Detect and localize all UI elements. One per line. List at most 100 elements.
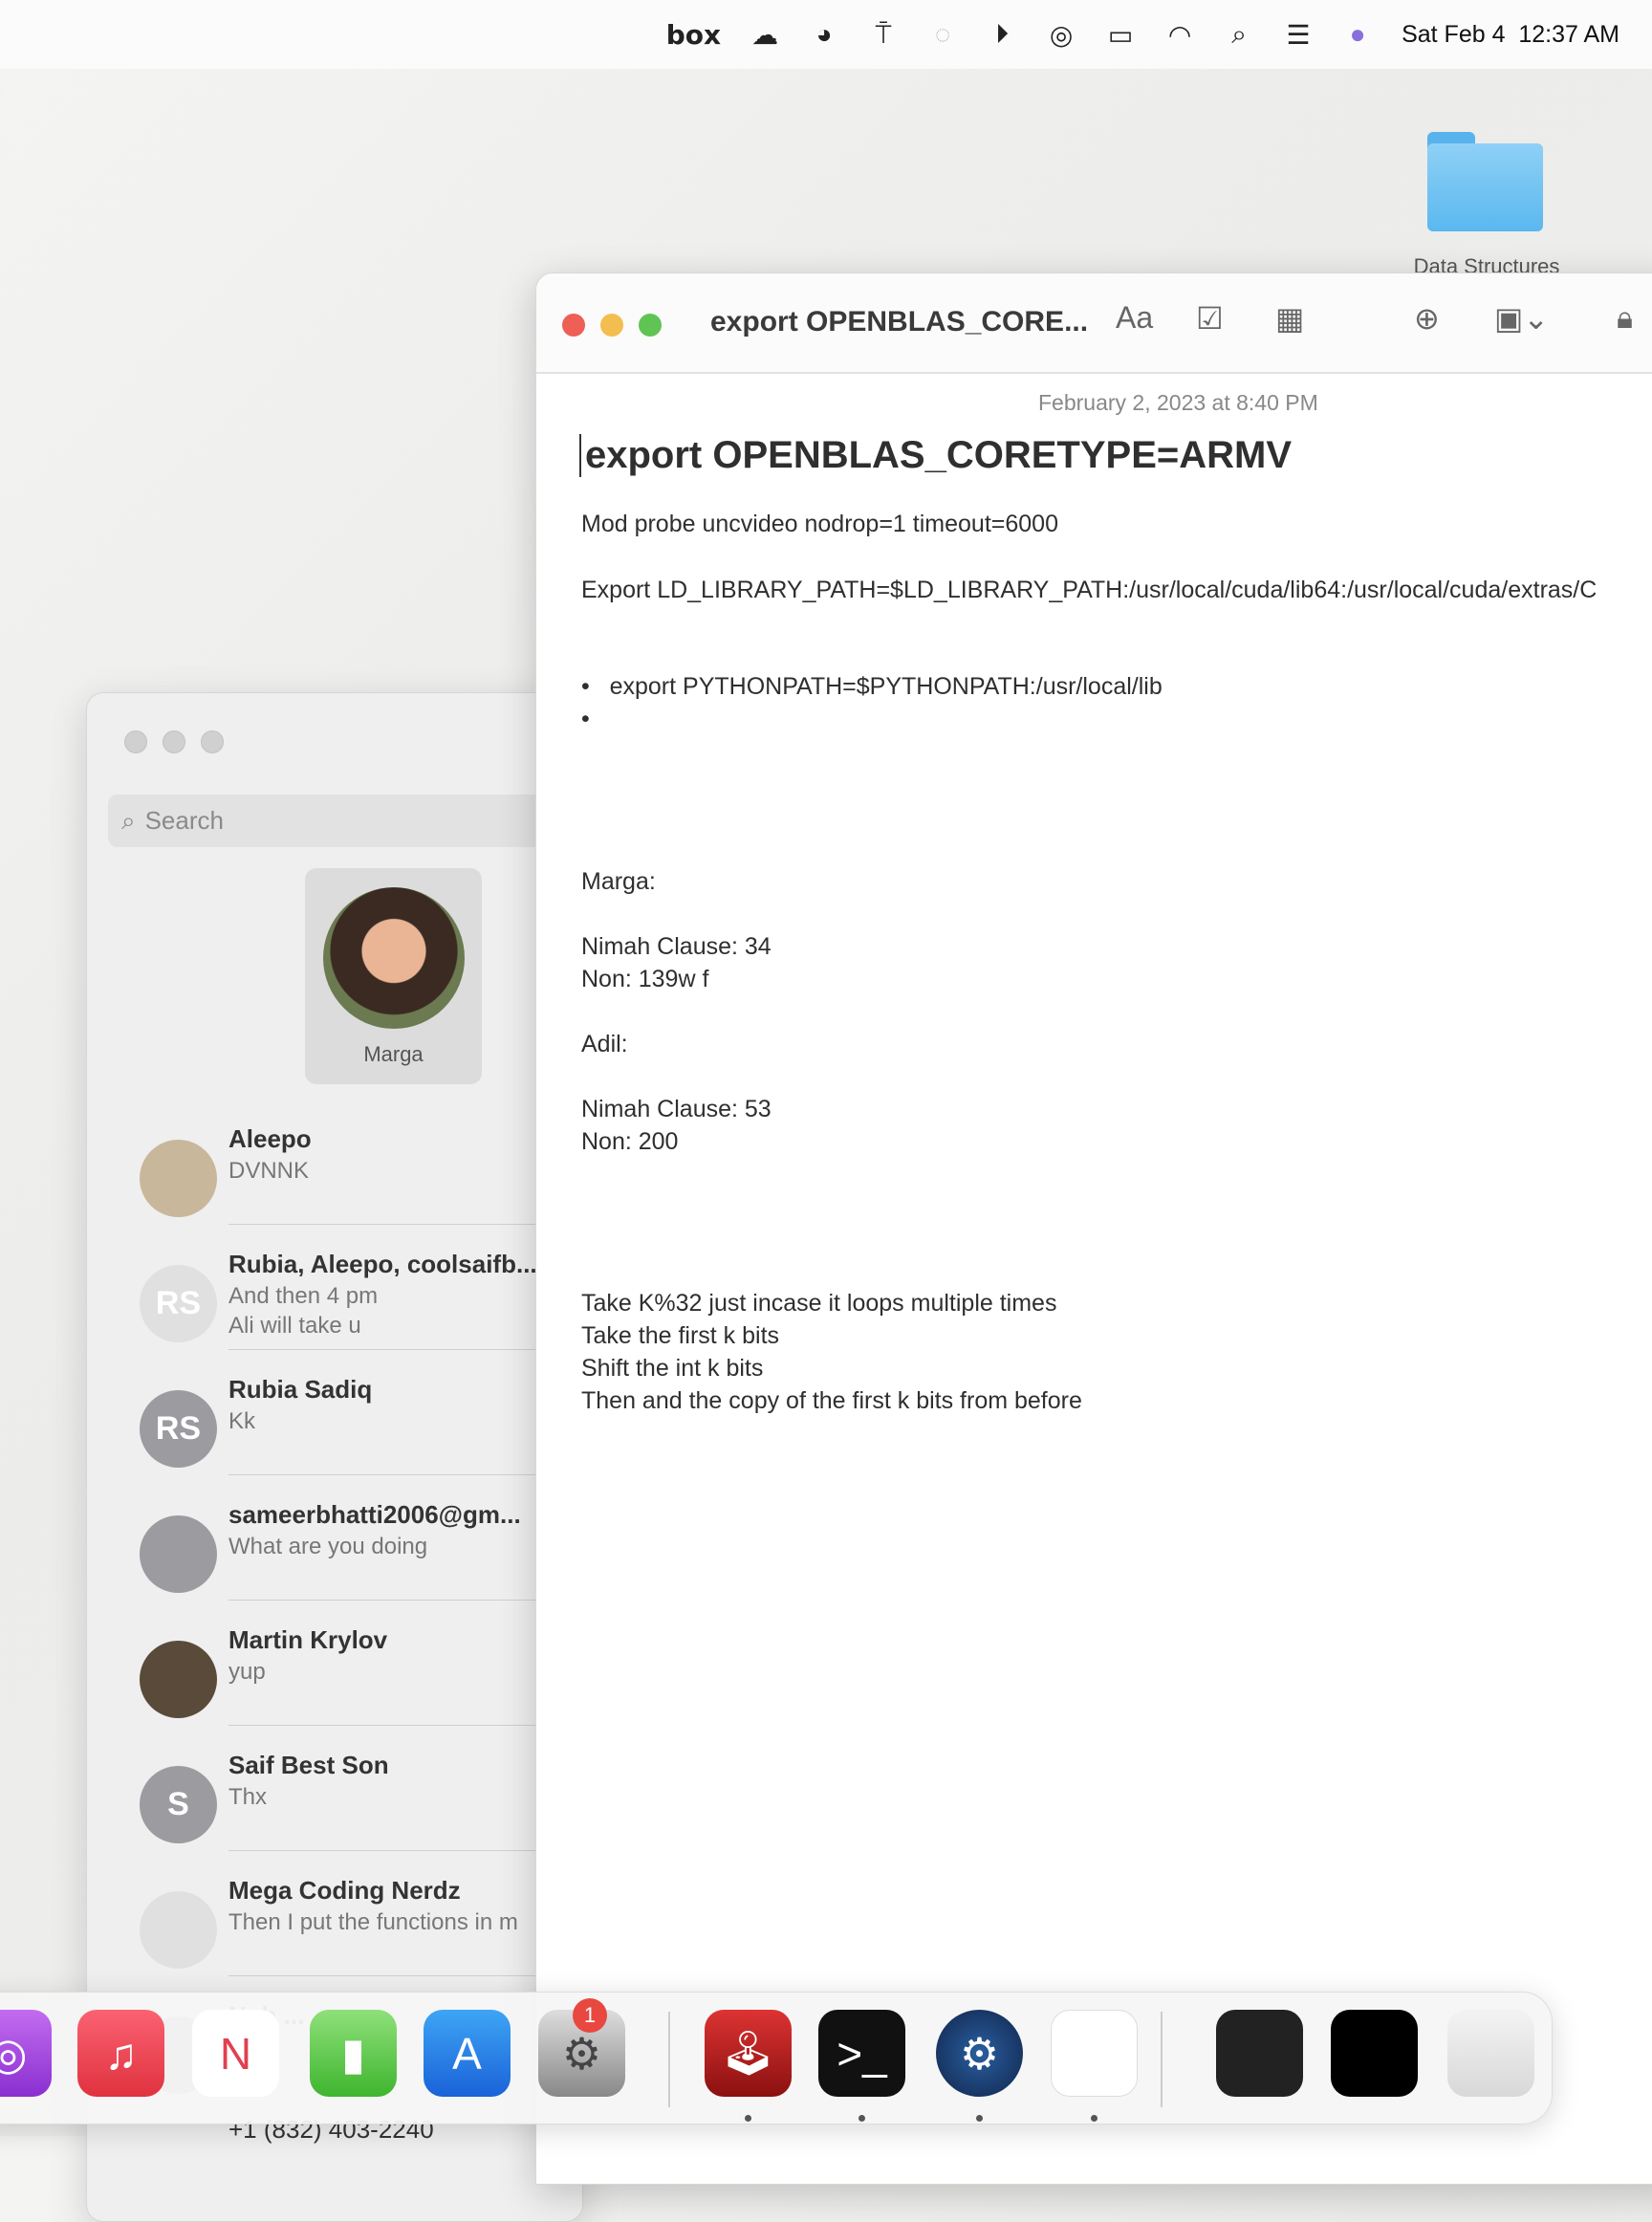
media-icon[interactable]: ▣⌄ xyxy=(1494,300,1549,337)
dock-numbers-icon[interactable]: ▮ xyxy=(310,2010,397,2097)
running-indicator xyxy=(1091,2115,1098,2122)
dock-chrome-window-icon[interactable] xyxy=(1331,2010,1418,2097)
conversation-preview: yup xyxy=(228,1659,266,1685)
minimize-button[interactable] xyxy=(600,314,623,337)
notes-toolbar: export OPENBLAS_CORE... Aa ☑ ▦ ⊕ ▣⌄ 🔒︎ xyxy=(536,273,1652,374)
note-line[interactable]: Export LD_LIBRARY_PATH=$LD_LIBRARY_PATH:… xyxy=(581,577,1597,604)
conversation-preview: And then 4 pm Ali will take u xyxy=(228,1283,379,1339)
dock-system-settings-icon[interactable]: ⚙ 1 xyxy=(538,1998,625,2097)
conversation-row[interactable]: S Saif Best Son Thx xyxy=(87,1725,592,1891)
note-line[interactable]: Take the first k bits xyxy=(581,1322,779,1350)
dock-terminal-window-icon[interactable] xyxy=(1216,2010,1303,2097)
menu-bar: box ☁ ◕ ⍑ ◌ ⏵ ◎ ▭ ◠ ⌕ ☰ ● Sat Feb 4 12:3… xyxy=(0,0,1652,69)
note-line[interactable]: Shift the int k bits xyxy=(581,1355,763,1383)
dock-document-icon[interactable] xyxy=(1051,2010,1138,2097)
bullet-item[interactable]: • export PYTHONPATH=$PYTHONPATH:/usr/loc… xyxy=(581,673,1163,701)
conversation-row[interactable]: Martin Krylov yup xyxy=(87,1600,592,1766)
conversation-name: sameerbhatti2006@gm... xyxy=(228,1500,521,1529)
note-date: February 2, 2023 at 8:40 PM xyxy=(1038,390,1318,415)
note-window-title: export OPENBLAS_CORE... xyxy=(710,306,1089,338)
search-icon: ⌕ xyxy=(121,805,136,835)
dock-terminal-icon[interactable]: >_ xyxy=(818,2010,905,2097)
note-line[interactable]: Non: 139w f xyxy=(581,966,708,993)
avatar xyxy=(140,1641,217,1718)
dock-steam-icon[interactable]: ⚙ xyxy=(936,2010,1023,2097)
siri-icon[interactable]: ● xyxy=(1342,19,1373,50)
format-button[interactable]: Aa xyxy=(1116,300,1153,336)
zoom-button[interactable] xyxy=(201,730,224,753)
conversation-name: Rubia, Aleepo, coolsaifb... xyxy=(228,1250,537,1278)
search-icon[interactable]: ⌕ xyxy=(1224,19,1254,51)
conversation-row[interactable]: sameerbhatti2006@gm... What are you doin… xyxy=(87,1474,592,1641)
box-menu-icon[interactable]: box xyxy=(666,19,721,51)
collaborate-icon[interactable]: ⊕ xyxy=(1414,300,1440,337)
note-line[interactable]: Take K%32 just incase it loops multiple … xyxy=(581,1290,1056,1318)
avatar xyxy=(140,1140,217,1217)
menu-clock[interactable]: Sat Feb 4 12:37 AM xyxy=(1402,21,1619,49)
play-icon[interactable]: ⏵ xyxy=(987,19,1017,51)
search-placeholder: Search xyxy=(144,806,224,835)
note-line[interactable]: Then and the copy of the first k bits fr… xyxy=(581,1387,1082,1415)
note-line[interactable]: Marga: xyxy=(581,868,656,896)
dock-podcasts-icon[interactable]: ◎ xyxy=(0,2010,52,2097)
dock-separator xyxy=(668,2012,670,2107)
dock-news-icon[interactable]: N xyxy=(192,2010,279,2097)
avatar: S xyxy=(140,1766,217,1843)
running-indicator xyxy=(859,2115,865,2122)
avatar xyxy=(323,887,465,1029)
avatar: RS xyxy=(140,1265,217,1342)
conversation-row[interactable]: Aleepo DVNNK xyxy=(87,1124,584,1265)
note-heading[interactable]: export OPENBLAS_CORETYPE=ARMV xyxy=(579,434,1292,477)
creative-cloud-icon[interactable]: ☁ xyxy=(750,19,780,51)
conversation-name: Mega Coding Nerdz xyxy=(228,1876,461,1905)
pinned-name: Marga xyxy=(363,1042,424,1066)
dock: ◎ ♫ N ▮ A ⚙ 1 🕹︎ >_ ⚙ xyxy=(0,1992,1553,2124)
dock-music-icon[interactable]: ♫ xyxy=(77,2010,164,2097)
note-line[interactable]: Nimah Clause: 53 xyxy=(581,1096,772,1123)
control-center-icon[interactable]: ☰ xyxy=(1283,19,1314,51)
note-line[interactable]: Adil: xyxy=(581,1031,628,1058)
zoom-button[interactable] xyxy=(639,314,662,337)
conversation-name: Martin Krylov xyxy=(228,1625,388,1654)
lock-icon[interactable]: 🔒︎ xyxy=(1617,300,1633,337)
dock-separator xyxy=(1161,2012,1163,2107)
battery-charging-icon[interactable]: ▭ xyxy=(1105,19,1136,51)
conversation-preview: Kk xyxy=(228,1408,256,1434)
note-line[interactable]: Nimah Clause: 34 xyxy=(581,933,772,961)
notes-window: export OPENBLAS_CORE... Aa ☑ ▦ ⊕ ▣⌄ 🔒︎ F… xyxy=(535,272,1652,2185)
airpods-icon[interactable]: ⍑ xyxy=(868,19,899,51)
conversation-row[interactable]: RS Rubia, Aleepo, coolsaifb... And then … xyxy=(87,1224,592,1390)
conversation-preview: What are you doing xyxy=(228,1534,428,1559)
running-indicator xyxy=(745,2115,751,2122)
checklist-icon[interactable]: ☑ xyxy=(1196,300,1224,337)
conversation-preview: Then I put the functions in m xyxy=(228,1909,518,1935)
conversation-row[interactable]: RS Rubia Sadiq Kk xyxy=(87,1349,592,1515)
minimize-button[interactable] xyxy=(163,730,185,753)
avatar xyxy=(140,1891,217,1969)
close-button[interactable] xyxy=(562,314,585,337)
close-button[interactable] xyxy=(124,730,147,753)
conversation-preview: DVNNK xyxy=(228,1158,310,1184)
dock-app-store-icon[interactable]: A xyxy=(424,2010,511,2097)
notification-badge: 1 xyxy=(573,1998,607,2033)
folder-icon[interactable] xyxy=(1427,132,1543,231)
running-indicator xyxy=(976,2115,983,2122)
pinned-contact-marga[interactable]: Marga xyxy=(305,868,482,1084)
bullet-item[interactable]: • xyxy=(581,706,610,733)
note-line[interactable]: Non: 200 xyxy=(581,1128,678,1156)
avatar xyxy=(140,1515,217,1593)
dock-joystick-icon[interactable]: 🕹︎ xyxy=(705,2010,792,2097)
avatar: RS xyxy=(140,1390,217,1468)
search-input[interactable]: ⌕ Search xyxy=(108,795,567,847)
wifi-icon[interactable]: ◠ xyxy=(1164,19,1195,51)
dock-trash-icon[interactable] xyxy=(1447,2010,1534,2097)
conversation-name: Saif Best Son xyxy=(228,1751,389,1779)
sync-icon[interactable]: ◌ xyxy=(927,19,958,50)
conversation-preview: Thx xyxy=(228,1784,268,1810)
avast-icon[interactable]: ◕ xyxy=(809,19,839,50)
conversation-name: Rubia Sadiq xyxy=(228,1375,373,1404)
note-line[interactable]: Mod probe uncvideo nodrop=1 timeout=6000 xyxy=(581,511,1058,538)
conversation-name: Aleepo xyxy=(228,1124,312,1153)
airdrop-icon[interactable]: ◎ xyxy=(1046,19,1076,51)
table-icon[interactable]: ▦ xyxy=(1275,300,1304,337)
